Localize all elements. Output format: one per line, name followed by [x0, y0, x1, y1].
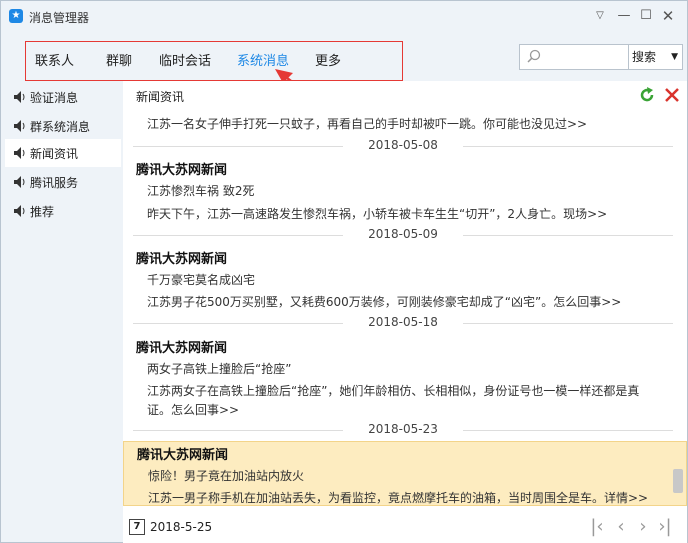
- refresh-icon[interactable]: [638, 86, 656, 104]
- search-button-label: 搜索: [632, 50, 657, 64]
- app-logo-icon: ★: [9, 9, 23, 23]
- news-summary[interactable]: 江苏一名女子伸手打死一只蚊子，再看自己的手时却被吓一跳。你可能也没见过>>: [147, 115, 587, 132]
- previous-page-icon[interactable]: ‹: [610, 516, 632, 538]
- first-page-icon[interactable]: |‹: [586, 516, 608, 538]
- search-button[interactable]: 搜索 ▼: [629, 44, 683, 70]
- news-sender: 腾讯大苏网新闻: [136, 341, 228, 356]
- window-title: 消息管理器: [29, 11, 90, 25]
- calendar-icon[interactable]: 7: [129, 519, 145, 535]
- sidebar-item-tencent-services[interactable]: 腾讯服务: [5, 168, 121, 196]
- news-sender: 腾讯大苏网新闻: [136, 163, 228, 178]
- highlighted-message[interactable]: 腾讯大苏网新闻 惊险！男子竟在加油站内放火 江苏一男子称手机在加油站丢失，为看监…: [123, 441, 687, 506]
- news-headline[interactable]: 两女子高铁上撞脸后“抢座”: [147, 360, 291, 377]
- news-sender: 腾讯大苏网新闻: [136, 252, 228, 267]
- search-icon: [527, 49, 541, 63]
- next-page-icon[interactable]: ›: [632, 516, 654, 538]
- sidebar-item-label: 腾讯服务: [30, 176, 79, 190]
- date-divider: 2018-05-08: [133, 138, 673, 154]
- message-manager-window: ★ 消息管理器 ▽ — ☐ ✕ 联系人 群聊 临时会话 系统消息 更多 搜索 ▼…: [0, 0, 688, 543]
- sidebar-item-news[interactable]: 新闻资讯: [5, 139, 121, 167]
- speaker-icon: [14, 176, 25, 188]
- search-input[interactable]: [519, 44, 629, 70]
- date-divider: 2018-05-18: [133, 315, 673, 331]
- sidebar-item-label: 群系统消息: [30, 120, 91, 134]
- news-summary[interactable]: 江苏一男子称手机在加油站丢失，为看监控，竟点燃摩托车的油箱，当时周围全是车。详情…: [148, 489, 648, 506]
- news-summary[interactable]: 江苏男子花500万买别墅，又耗费600万装修，可刚装修豪宅却成了“凶宅”。怎么回…: [147, 293, 621, 310]
- news-headline[interactable]: 江苏惨烈车祸 致2死: [147, 182, 254, 199]
- close-icon[interactable]: ✕: [659, 7, 677, 25]
- news-summary-continued[interactable]: 证。怎么回事>>: [147, 401, 239, 418]
- speaker-icon: [14, 120, 25, 132]
- sidebar-item-recommend[interactable]: 推荐: [5, 197, 121, 225]
- date-label: 2018-05-09: [368, 227, 438, 241]
- speaker-icon: [14, 91, 25, 103]
- sidebar-item-verification[interactable]: 验证消息: [5, 83, 121, 111]
- sidebar-item-label: 推荐: [30, 205, 55, 219]
- news-sender: 腾讯大苏网新闻: [137, 448, 229, 463]
- sidebar: 验证消息 群系统消息 新闻资讯 腾讯服务 推荐: [1, 81, 121, 543]
- last-page-icon[interactable]: ›|: [654, 516, 676, 538]
- annotation-box: [25, 41, 403, 81]
- title-bar: ★ 消息管理器 ▽ — ☐ ✕: [1, 1, 687, 31]
- message-content: 新闻资讯 江苏一名女子伸手打死一只蚊子，再看自己的手时却被吓一跳。你可能也没见过…: [123, 81, 687, 511]
- minimize-icon[interactable]: —: [615, 7, 633, 25]
- footer-date: 2018-5-25: [150, 520, 213, 534]
- news-headline[interactable]: 千万豪宅莫名成凶宅: [147, 271, 255, 288]
- date-divider: 2018-05-23: [133, 422, 673, 438]
- news-headline[interactable]: 惊险！男子竟在加油站内放火: [148, 467, 304, 484]
- maximize-icon[interactable]: ☐: [637, 7, 655, 25]
- speaker-icon: [14, 147, 25, 159]
- news-summary[interactable]: 昨天下午，江苏一高速路发生惨烈车祸，小轿车被卡车生生“切开”，2人身亡。现场>>: [147, 205, 607, 222]
- delete-icon[interactable]: [663, 86, 681, 104]
- date-label: 2018-05-23: [368, 422, 438, 436]
- date-label: 2018-05-08: [368, 138, 438, 152]
- scrollbar-thumb[interactable]: [673, 469, 683, 493]
- date-label: 2018-05-18: [368, 315, 438, 329]
- chevron-down-icon: ▼: [671, 52, 678, 62]
- footer-bar: 7 2018-5-25 |‹ ‹ › ›|: [123, 511, 687, 543]
- sidebar-item-group-system[interactable]: 群系统消息: [5, 112, 121, 140]
- speaker-icon: [14, 205, 25, 217]
- sidebar-item-label: 新闻资讯: [30, 147, 79, 161]
- date-divider: 2018-05-09: [133, 227, 673, 243]
- section-title: 新闻资讯: [136, 90, 185, 104]
- news-summary[interactable]: 江苏两女子在高铁上撞脸后“抢座”，她们年龄相仿、长相相似，身份证号也一模一样还都…: [147, 382, 639, 399]
- sidebar-item-label: 验证消息: [30, 91, 79, 105]
- menu-dropdown-icon[interactable]: ▽: [591, 7, 609, 25]
